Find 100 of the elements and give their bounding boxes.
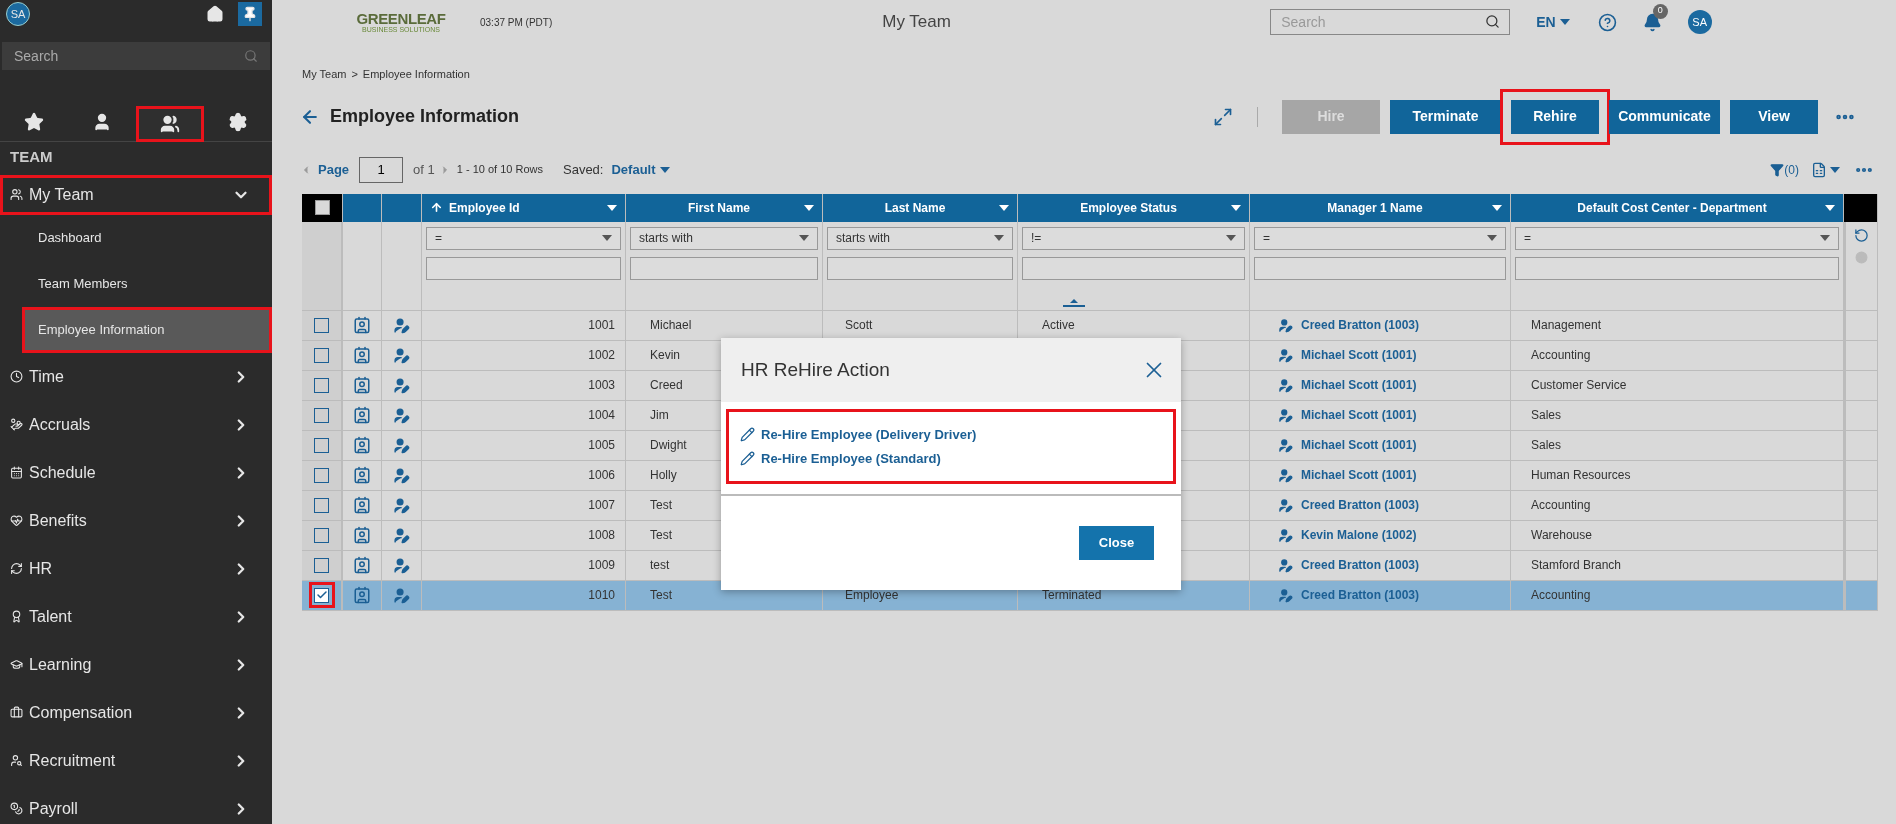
nav-item[interactable]: Schedule bbox=[0, 448, 272, 497]
action-button[interactable]: Rehire bbox=[1511, 99, 1599, 134]
user-edit-icon[interactable] bbox=[393, 316, 410, 334]
filter-operator-dropdown[interactable]: = bbox=[1254, 226, 1506, 250]
home-icon[interactable] bbox=[206, 5, 224, 23]
close-button[interactable]: Close bbox=[1079, 526, 1154, 560]
sidebar-tab[interactable] bbox=[136, 106, 204, 142]
profile-card-icon[interactable] bbox=[353, 346, 371, 364]
collapse-caret-icon[interactable] bbox=[1063, 297, 1085, 307]
manager-link[interactable]: Creed Bratton (1003) bbox=[1301, 496, 1420, 514]
manager-link[interactable]: Michael Scott (1001) bbox=[1301, 436, 1417, 454]
page-input[interactable]: 1 bbox=[359, 156, 404, 183]
breadcrumb-link[interactable]: Employee Information bbox=[362, 66, 470, 83]
table-cell: Human Resources bbox=[1511, 460, 1844, 490]
filter-input[interactable] bbox=[1254, 256, 1506, 280]
user-edit-icon[interactable] bbox=[393, 406, 410, 424]
manager-link[interactable]: Creed Bratton (1003) bbox=[1301, 316, 1420, 334]
filter-input[interactable] bbox=[1022, 256, 1245, 280]
profile-card-icon[interactable] bbox=[353, 316, 371, 334]
filter-operator-dropdown[interactable]: != bbox=[1022, 226, 1245, 250]
caret-icon bbox=[1226, 235, 1236, 241]
table-cell: 1010 bbox=[422, 580, 626, 610]
user-edit-icon[interactable] bbox=[393, 466, 410, 484]
filter-input[interactable] bbox=[827, 256, 1013, 280]
profile-card-icon[interactable] bbox=[353, 436, 371, 454]
manager-link[interactable]: Kevin Malone (1002) bbox=[1301, 526, 1417, 544]
notification-bell-icon[interactable] bbox=[1642, 12, 1662, 32]
action-button[interactable]: Communicate bbox=[1609, 99, 1720, 134]
filter-button[interactable]: (0) bbox=[1770, 160, 1799, 179]
nav-item[interactable]: Accruals bbox=[0, 400, 272, 449]
nav-item[interactable]: Payroll bbox=[0, 784, 272, 824]
nav-item[interactable]: Learning bbox=[0, 640, 272, 689]
nav-item[interactable]: Benefits bbox=[0, 496, 272, 545]
caret-icon bbox=[1830, 166, 1840, 173]
user-edit-icon[interactable] bbox=[393, 526, 410, 544]
column-header[interactable]: Employee Id bbox=[422, 193, 626, 222]
select-all-checkbox[interactable] bbox=[314, 200, 330, 215]
search-field[interactable]: Search bbox=[1270, 9, 1511, 35]
profile-card-icon[interactable] bbox=[353, 496, 371, 514]
profile-card-icon[interactable] bbox=[353, 586, 371, 604]
pin-button[interactable] bbox=[238, 2, 262, 26]
profile-card-icon[interactable] bbox=[353, 406, 371, 424]
action-button[interactable]: Terminate bbox=[1390, 99, 1501, 134]
column-header[interactable]: Manager 1 Name bbox=[1250, 193, 1511, 222]
row-checkbox[interactable] bbox=[308, 582, 335, 608]
user-edit-icon[interactable] bbox=[393, 436, 410, 454]
expand-icon[interactable] bbox=[1213, 106, 1233, 127]
user-edit-icon[interactable] bbox=[393, 556, 410, 574]
breadcrumb-link[interactable]: My Team bbox=[302, 66, 347, 83]
profile-card-icon[interactable] bbox=[353, 526, 371, 544]
manager-link[interactable]: Creed Bratton (1003) bbox=[1301, 556, 1420, 574]
manager-link[interactable]: Michael Scott (1001) bbox=[1301, 346, 1417, 364]
saved-view-dropdown[interactable]: Default bbox=[611, 159, 670, 180]
filter-operator-dropdown[interactable]: = bbox=[426, 226, 621, 250]
filter-operator-dropdown[interactable]: = bbox=[1515, 226, 1839, 250]
profile-card-icon[interactable] bbox=[353, 466, 371, 484]
avatar[interactable]: SA bbox=[1687, 10, 1712, 34]
users-icon bbox=[160, 114, 180, 134]
profile-card-icon[interactable] bbox=[353, 376, 371, 394]
nav-item[interactable]: Time bbox=[0, 352, 272, 401]
filter-input[interactable] bbox=[426, 256, 621, 280]
nav-subitem[interactable]: Team Members bbox=[0, 260, 272, 307]
nav-item[interactable]: Recruitment bbox=[0, 736, 272, 785]
user-edit-icon[interactable] bbox=[393, 496, 410, 514]
nav-item[interactable]: Compensation bbox=[0, 688, 272, 737]
user-edit-icon[interactable] bbox=[393, 376, 410, 394]
caret-icon bbox=[1820, 235, 1830, 241]
nav-subitem[interactable]: Dashboard bbox=[0, 214, 272, 261]
manager-link[interactable]: Michael Scott (1001) bbox=[1301, 466, 1417, 484]
column-header[interactable]: Employee Status bbox=[1018, 193, 1250, 222]
user-edit-icon[interactable] bbox=[393, 346, 410, 364]
manager-link[interactable]: Michael Scott (1001) bbox=[1301, 406, 1417, 424]
table-cell: 1004 bbox=[422, 400, 626, 430]
caret-icon bbox=[1487, 235, 1497, 241]
nav-subitem[interactable]: Employee Information bbox=[22, 306, 272, 353]
column-header[interactable]: Last Name bbox=[823, 193, 1018, 222]
reset-icon[interactable] bbox=[1854, 227, 1869, 243]
nav-item[interactable]: HR bbox=[0, 544, 272, 593]
table-cell: 1006 bbox=[422, 460, 626, 490]
user-edit-icon bbox=[1278, 407, 1293, 423]
export-button[interactable] bbox=[1811, 161, 1840, 178]
manager-link[interactable]: Michael Scott (1001) bbox=[1301, 376, 1417, 394]
column-header[interactable]: First Name bbox=[626, 193, 823, 222]
nav-item[interactable]: My Team bbox=[0, 174, 272, 215]
filter-operator-dropdown[interactable]: starts with bbox=[630, 226, 818, 250]
filter-input[interactable] bbox=[630, 256, 818, 280]
filter-operator-dropdown[interactable]: starts with bbox=[827, 226, 1013, 250]
nav-item[interactable]: Talent bbox=[0, 592, 272, 641]
user-edit-icon[interactable] bbox=[393, 586, 410, 604]
table-row[interactable]: 1001 Michael Scott Active Creed Bratton (1003) Management bbox=[302, 310, 1878, 341]
check-icon bbox=[315, 589, 328, 601]
breadcrumb-separator: > bbox=[351, 67, 358, 82]
action-button[interactable]: View bbox=[1730, 99, 1818, 134]
language-dropdown[interactable]: EN bbox=[1536, 11, 1570, 33]
profile-card-icon[interactable] bbox=[353, 556, 371, 574]
avatar[interactable]: SA bbox=[6, 2, 30, 26]
user-edit-icon bbox=[1278, 587, 1293, 603]
help-icon[interactable] bbox=[1597, 12, 1617, 32]
search-field[interactable]: Search bbox=[2, 42, 270, 70]
filter-input[interactable] bbox=[1515, 256, 1839, 280]
